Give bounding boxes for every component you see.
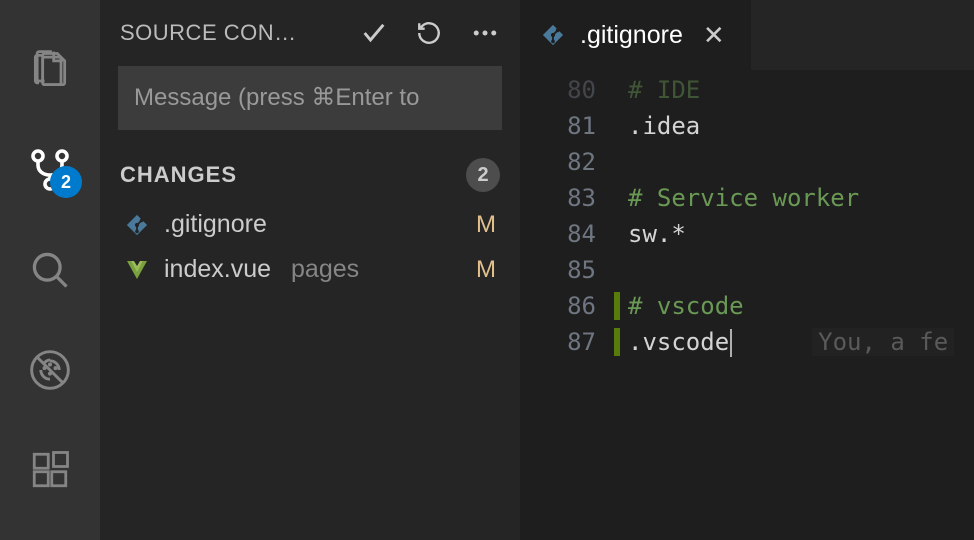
explorer-icon[interactable]: [0, 20, 100, 120]
diff-added-marker: [614, 292, 620, 320]
debug-icon[interactable]: [0, 320, 100, 420]
gitignore-file-icon: [540, 22, 566, 48]
panel-title: SOURCE CON…: [120, 20, 348, 46]
editor-line[interactable]: 84sw.*: [520, 216, 974, 252]
code-text: # vscode: [628, 292, 744, 320]
change-item[interactable]: index.vue pages M: [100, 247, 520, 292]
change-item[interactable]: .gitignore M: [100, 202, 520, 247]
code-text: .vscodeYou, a fe: [628, 328, 954, 357]
git-blame-annotation: You, a fe: [812, 328, 954, 356]
line-number: 86: [520, 292, 628, 320]
commit-message-input[interactable]: [118, 66, 502, 130]
line-number: 82: [520, 148, 628, 176]
modified-status: M: [476, 256, 496, 284]
scm-badge: 2: [50, 166, 82, 198]
editor-line[interactable]: 81.idea: [520, 108, 974, 144]
source-control-panel: SOURCE CON… CHANGES 2 .gitignore Mindex.v…: [100, 0, 520, 540]
text-cursor: [730, 329, 732, 357]
modified-status: M: [476, 211, 496, 239]
changes-title: CHANGES: [120, 162, 466, 188]
source-control-icon[interactable]: 2: [0, 120, 100, 220]
line-number: 80: [520, 76, 628, 104]
changes-header[interactable]: CHANGES 2: [100, 148, 520, 202]
changes-list: .gitignore Mindex.vue pages M: [100, 202, 520, 292]
close-icon[interactable]: ✕: [697, 18, 731, 53]
file-icon: [124, 212, 150, 238]
code-text: sw.*: [628, 220, 686, 248]
editor-line[interactable]: 83# Service worker: [520, 180, 974, 216]
editor-line[interactable]: 85: [520, 252, 974, 288]
diff-added-marker: [614, 328, 620, 356]
editor-line[interactable]: 87.vscodeYou, a fe: [520, 324, 974, 360]
more-icon[interactable]: [470, 18, 500, 48]
code-text: .idea: [628, 112, 700, 140]
editor-area: .gitignore ✕ 80# IDE81.idea8283# Service…: [520, 0, 974, 540]
code-text: # Service worker: [628, 184, 859, 212]
changes-count: 2: [466, 158, 500, 192]
file-path: pages: [291, 255, 359, 284]
activity-bar: 2: [0, 0, 100, 540]
code-text: # IDE: [628, 76, 700, 104]
line-number: 85: [520, 256, 628, 284]
editor-line[interactable]: 86# vscode: [520, 288, 974, 324]
search-icon[interactable]: [0, 220, 100, 320]
editor-line[interactable]: 80# IDE: [520, 72, 974, 108]
tab-label: .gitignore: [580, 21, 683, 50]
editor-content[interactable]: 80# IDE81.idea8283# Service worker84sw.*…: [520, 70, 974, 540]
panel-header: SOURCE CON…: [100, 0, 520, 60]
line-number: 84: [520, 220, 628, 248]
editor-tab[interactable]: .gitignore ✕: [520, 0, 752, 70]
line-number: 87: [520, 328, 628, 356]
editor-line[interactable]: 82: [520, 144, 974, 180]
refresh-icon[interactable]: [416, 20, 442, 46]
tab-bar: .gitignore ✕: [520, 0, 974, 70]
extensions-icon[interactable]: [0, 420, 100, 520]
line-number: 83: [520, 184, 628, 212]
line-number: 81: [520, 112, 628, 140]
file-name: index.vue: [164, 255, 271, 284]
file-name: .gitignore: [164, 210, 267, 239]
commit-icon[interactable]: [360, 19, 388, 47]
file-icon: [124, 257, 150, 283]
